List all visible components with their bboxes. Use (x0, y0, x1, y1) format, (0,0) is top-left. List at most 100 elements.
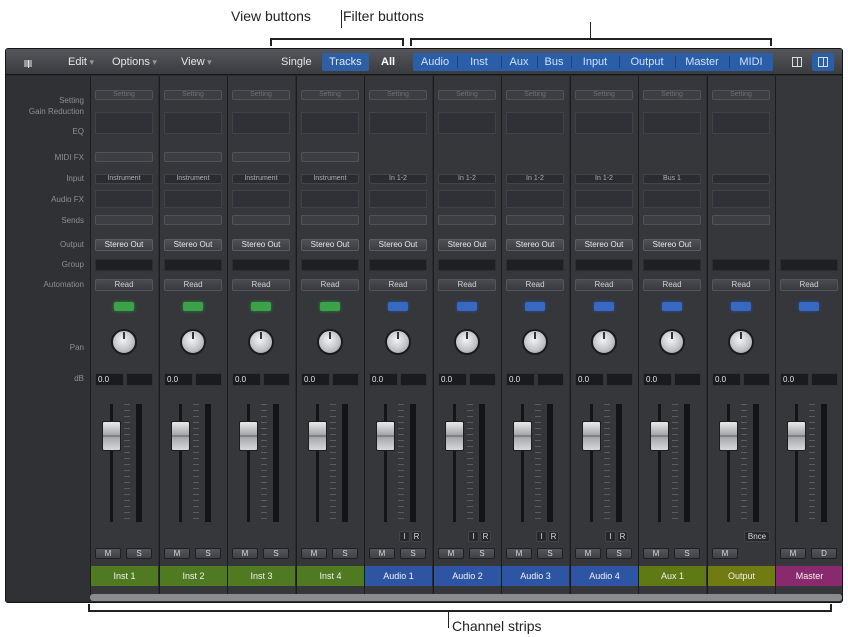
record-enable-button[interactable]: R (480, 531, 491, 542)
sends-slot[interactable] (232, 215, 290, 225)
filter-inst-button[interactable]: Inst (457, 53, 501, 71)
group-slot[interactable] (164, 259, 222, 271)
setting-button[interactable]: Setting (712, 90, 770, 100)
audio-fx-slot[interactable] (95, 190, 153, 208)
pan-knob[interactable] (659, 329, 685, 355)
bounce-button[interactable]: Bnce (744, 531, 770, 542)
track-name[interactable]: Audio 2 (434, 566, 501, 586)
eq-display[interactable] (232, 112, 290, 134)
output-slot[interactable]: Stereo Out (369, 239, 427, 251)
audio-fx-slot[interactable] (164, 190, 222, 208)
input-slot[interactable] (712, 174, 770, 184)
automation-button[interactable]: Read (712, 279, 770, 291)
options-menu[interactable]: Options (112, 53, 157, 71)
input-slot[interactable]: In 1-2 (438, 174, 496, 184)
mute-button[interactable]: M (575, 548, 601, 559)
output-slot[interactable]: Stereo Out (232, 239, 290, 251)
track-name[interactable]: Aux 1 (639, 566, 706, 586)
mute-button[interactable]: M (643, 548, 669, 559)
sends-slot[interactable] (369, 215, 427, 225)
track-name[interactable]: Output (708, 566, 775, 586)
track-name[interactable]: Inst 4 (297, 566, 364, 586)
sends-slot[interactable] (438, 215, 496, 225)
track-icon[interactable] (731, 302, 751, 311)
automation-button[interactable]: Read (780, 279, 838, 291)
input-monitor-button[interactable]: I (399, 531, 410, 542)
automation-button[interactable]: Read (506, 279, 564, 291)
audio-fx-slot[interactable] (643, 190, 701, 208)
group-slot[interactable] (232, 259, 290, 271)
db-value[interactable]: 0.0 (438, 373, 467, 386)
mute-button[interactable]: M (164, 548, 190, 559)
solo-button[interactable]: S (606, 548, 632, 559)
view-menu[interactable]: View (181, 53, 212, 71)
mute-button[interactable]: M (506, 548, 532, 559)
eq-display[interactable] (643, 112, 701, 134)
input-slot[interactable]: In 1-2 (506, 174, 564, 184)
db-value[interactable]: 0.0 (506, 373, 535, 386)
track-icon[interactable] (594, 302, 614, 311)
volume-fader[interactable] (719, 421, 738, 451)
eq-display[interactable] (506, 112, 564, 134)
audio-fx-slot[interactable] (369, 190, 427, 208)
group-slot[interactable] (780, 259, 838, 271)
setting-button[interactable]: Setting (369, 90, 427, 100)
sends-slot[interactable] (506, 215, 564, 225)
sends-slot[interactable] (301, 215, 359, 225)
track-name[interactable]: Master (776, 566, 842, 586)
mute-button[interactable]: M (301, 548, 327, 559)
automation-button[interactable]: Read (438, 279, 496, 291)
pan-knob[interactable] (248, 329, 274, 355)
group-slot[interactable] (506, 259, 564, 271)
record-enable-button[interactable]: R (548, 531, 559, 542)
group-slot[interactable] (369, 259, 427, 271)
lock-icon[interactable] (20, 53, 36, 71)
view-all-button[interactable]: All (374, 53, 402, 71)
horizontal-scrollbar[interactable] (90, 594, 842, 601)
eq-display[interactable] (575, 112, 633, 134)
filter-midi-button[interactable]: MIDI (729, 53, 773, 71)
audio-fx-slot[interactable] (232, 190, 290, 208)
output-slot[interactable]: Stereo Out (643, 239, 701, 251)
db-value[interactable]: 0.0 (232, 373, 261, 386)
audio-fx-slot[interactable] (712, 190, 770, 208)
solo-button[interactable]: S (400, 548, 426, 559)
volume-fader[interactable] (102, 421, 121, 451)
solo-button[interactable]: S (332, 548, 358, 559)
track-icon[interactable] (525, 302, 545, 311)
midi-fx-slot[interactable] (232, 152, 290, 162)
filter-bus-button[interactable]: Bus (537, 53, 571, 71)
output-slot[interactable]: Stereo Out (575, 239, 633, 251)
track-name[interactable]: Inst 1 (91, 566, 158, 586)
track-icon[interactable] (114, 302, 134, 311)
volume-fader[interactable] (513, 421, 532, 451)
group-slot[interactable] (438, 259, 496, 271)
audio-fx-slot[interactable] (575, 190, 633, 208)
midi-fx-slot[interactable] (301, 152, 359, 162)
solo-button[interactable]: D (811, 548, 837, 559)
pan-knob[interactable] (111, 329, 137, 355)
db-value[interactable]: 0.0 (643, 373, 672, 386)
volume-fader[interactable] (171, 421, 190, 451)
input-slot[interactable]: Instrument (301, 174, 359, 184)
track-icon[interactable] (183, 302, 203, 311)
record-enable-button[interactable]: R (617, 531, 628, 542)
input-slot[interactable]: In 1-2 (575, 174, 633, 184)
output-slot[interactable]: Stereo Out (95, 239, 153, 251)
mute-button[interactable]: M (780, 548, 806, 559)
eq-display[interactable] (438, 112, 496, 134)
eq-display[interactable] (369, 112, 427, 134)
setting-button[interactable]: Setting (164, 90, 222, 100)
automation-button[interactable]: Read (164, 279, 222, 291)
group-slot[interactable] (643, 259, 701, 271)
audio-fx-slot[interactable] (301, 190, 359, 208)
input-slot[interactable]: Instrument (232, 174, 290, 184)
db-value[interactable]: 0.0 (780, 373, 809, 386)
track-name[interactable]: Audio 3 (502, 566, 569, 586)
volume-fader[interactable] (445, 421, 464, 451)
midi-fx-slot[interactable] (164, 152, 222, 162)
eq-display[interactable] (164, 112, 222, 134)
eq-display[interactable] (301, 112, 359, 134)
automation-button[interactable]: Read (95, 279, 153, 291)
pan-knob[interactable] (591, 329, 617, 355)
